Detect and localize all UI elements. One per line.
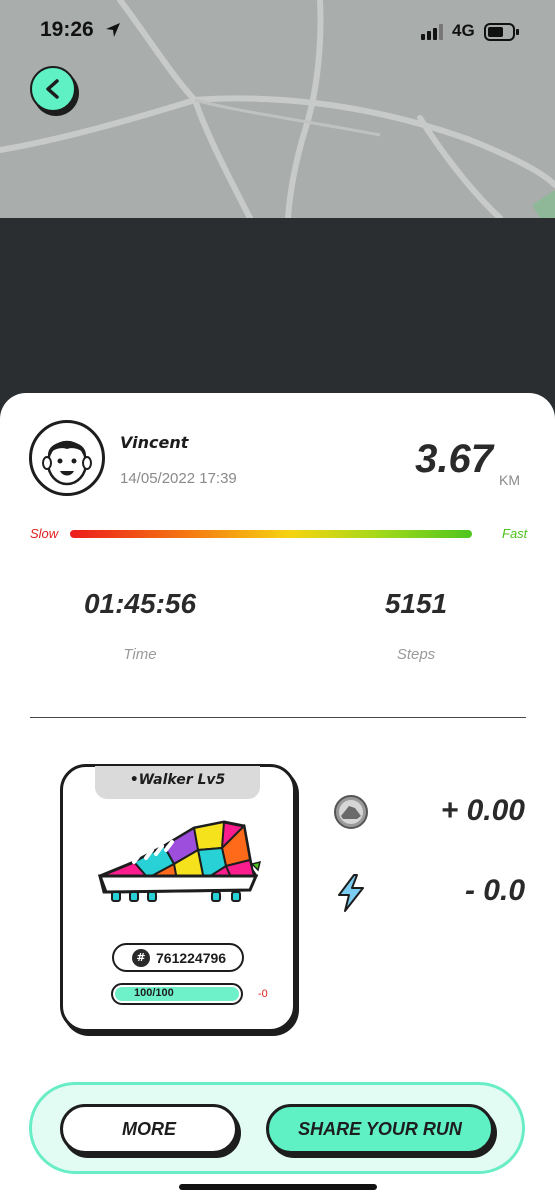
sneaker-image — [97, 820, 262, 902]
sneaker-level-label: Walker Lv5 — [138, 772, 226, 788]
location-arrow-icon — [106, 23, 120, 37]
user-face-icon — [42, 440, 92, 486]
steps-value: 5151 — [384, 588, 448, 619]
chevron-left-icon — [46, 79, 59, 99]
energy-value: - 0.0 — [464, 874, 525, 907]
more-button[interactable]: MORE — [60, 1104, 238, 1154]
speed-gradient-bar — [70, 530, 472, 538]
sneaker-level-tab: •Walker Lv5 — [95, 766, 260, 799]
speed-slow-label: Slow — [30, 526, 59, 541]
signal-icon — [421, 24, 443, 40]
distance-value: 3.67 — [415, 437, 493, 481]
battery-icon — [484, 23, 519, 41]
hash-icon: # — [132, 949, 150, 967]
duration-value: 01:45:56 — [83, 588, 197, 619]
distance-unit: KM — [499, 472, 520, 488]
speed-fast-label: Fast — [502, 526, 528, 541]
sneaker-level: •Walker Lv5 — [95, 772, 260, 788]
avatar — [29, 420, 105, 496]
back-button[interactable] — [30, 66, 76, 112]
share-run-button[interactable]: SHARE YOUR RUN — [266, 1104, 494, 1154]
sneaker-id: 761224796 — [156, 950, 227, 966]
sneaker-id-pill: # 761224796 — [112, 943, 244, 972]
sneaker-token-icon — [334, 795, 368, 829]
earned-value: + 0.00 — [440, 794, 525, 827]
durability-delta: -0 — [258, 988, 268, 1000]
duration-label: Time — [123, 646, 157, 663]
status-time: 19:26 — [40, 18, 94, 41]
footprint-icon: • — [129, 772, 139, 788]
steps-label: Steps — [396, 646, 436, 663]
network-type: 4G — [452, 21, 475, 40]
home-indicator[interactable] — [179, 1184, 377, 1190]
durability-text: 100/100 — [134, 987, 174, 999]
status-bar: 19:26 4G — [0, 0, 555, 62]
username: Vincent — [120, 433, 189, 452]
map-overlay — [0, 218, 555, 398]
divider — [30, 717, 526, 718]
run-datetime: 14/05/2022 17:39 — [120, 470, 237, 487]
lightning-icon — [338, 874, 364, 912]
durability-bar: 100/100 — [111, 983, 243, 1005]
